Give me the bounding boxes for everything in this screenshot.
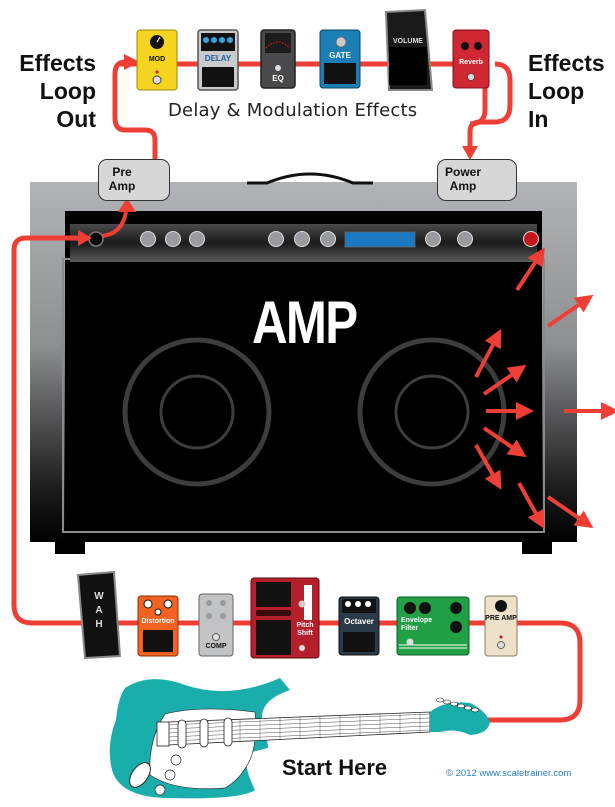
amp-knob[interactable] <box>294 231 310 247</box>
pickup-1 <box>177 719 187 749</box>
amp-title: AMP <box>252 289 358 356</box>
pedal-comp-label: COMP <box>205 643 227 650</box>
pedal-envelope-filter-label: Envelope Filter <box>401 617 433 632</box>
bridge <box>156 721 170 747</box>
pedal-preamp[interactable] <box>484 595 518 657</box>
start-here-label: Start Here <box>282 755 388 780</box>
loop-in-line-2: Loop <box>528 78 585 104</box>
input-jack[interactable] <box>88 231 104 247</box>
pedal-volume-label: VOLUME <box>393 38 423 45</box>
power-amp-label-1: Power <box>444 165 481 179</box>
pickup-2 <box>199 718 209 748</box>
amp-knob[interactable] <box>140 231 156 247</box>
pre-amp-stage: Pre Amp <box>98 159 170 201</box>
effects-loop-out-label: Effects Loop Out <box>18 49 96 133</box>
loop-out-line-3: Out <box>56 106 96 132</box>
loop-section-title: Delay & Modulation Effects <box>168 100 418 121</box>
pedal-distortion-label: Distortion <box>141 618 175 625</box>
amp-knob[interactable] <box>320 231 336 247</box>
power-amp-stage: Power Amp <box>437 159 517 201</box>
loop-in-line-1: Effects <box>528 50 605 76</box>
copyright-link[interactable]: © 2012 www.scaletrainer.com <box>446 768 571 779</box>
power-amp-label-2: Amp <box>449 179 477 193</box>
pedal-mod-label: MOD <box>148 56 166 63</box>
pedal-preamp-label: PRE AMP <box>485 615 517 622</box>
pre-amp-label-2: Amp <box>108 179 136 193</box>
loop-in-arrow-icon <box>462 146 478 160</box>
amp-knob[interactable] <box>165 231 181 247</box>
pedal-octaver-label: Octaver <box>344 617 374 626</box>
amp-knobs-left <box>140 231 205 247</box>
amp-handle <box>247 172 373 185</box>
amp-knob[interactable] <box>189 231 205 247</box>
amp-knob[interactable] <box>268 231 284 247</box>
amp-knob[interactable] <box>457 231 473 247</box>
pedal-delay-label: DELAY <box>204 54 232 63</box>
effects-loop-in-label: Effects Loop In <box>528 49 605 133</box>
pedal-gate-label: GATE <box>329 51 351 60</box>
power-led[interactable] <box>523 231 539 247</box>
pedal-pitch-shift-label: Pitch Shift <box>296 622 314 637</box>
pedal-distortion[interactable] <box>137 595 179 657</box>
pedal-wah-label: W A H <box>94 591 104 630</box>
pedal-volume[interactable] <box>384 8 434 91</box>
amp-knobs-mid <box>268 231 336 247</box>
pedal-pitch-shift[interactable] <box>250 577 320 659</box>
pedal-reverb-label: Reverb <box>459 59 483 66</box>
pre-amp-label-1: Pre <box>112 165 132 179</box>
pedal-octaver[interactable] <box>338 596 380 656</box>
loop-out-line-2: Loop <box>39 78 96 104</box>
amp-knob[interactable] <box>425 231 441 247</box>
pedal-eq-label: EQ <box>272 74 284 83</box>
loop-in-line-3: In <box>528 106 549 132</box>
amp-display <box>344 231 416 248</box>
loop-out-line-1: Effects <box>19 50 96 76</box>
pickup-3 <box>223 717 233 747</box>
